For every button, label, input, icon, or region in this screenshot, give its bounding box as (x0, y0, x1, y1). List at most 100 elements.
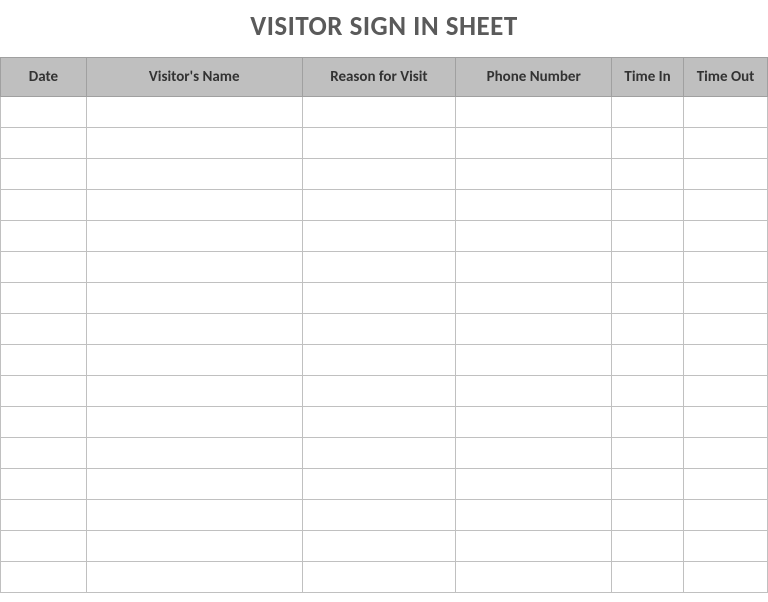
table-cell[interactable] (86, 221, 302, 252)
table-cell[interactable] (456, 190, 612, 221)
table-cell[interactable] (684, 531, 768, 562)
table-cell[interactable] (1, 438, 87, 469)
table-cell[interactable] (302, 438, 456, 469)
table-cell[interactable] (612, 345, 684, 376)
table-cell[interactable] (684, 562, 768, 593)
table-cell[interactable] (684, 221, 768, 252)
table-cell[interactable] (86, 190, 302, 221)
table-cell[interactable] (1, 376, 87, 407)
table-cell[interactable] (612, 562, 684, 593)
table-cell[interactable] (456, 159, 612, 190)
table-cell[interactable] (1, 531, 87, 562)
table-cell[interactable] (684, 97, 768, 128)
table-cell[interactable] (1, 469, 87, 500)
table-cell[interactable] (612, 407, 684, 438)
table-cell[interactable] (684, 345, 768, 376)
table-cell[interactable] (86, 345, 302, 376)
table-cell[interactable] (1, 345, 87, 376)
table-cell[interactable] (612, 159, 684, 190)
table-cell[interactable] (612, 438, 684, 469)
table-cell[interactable] (1, 97, 87, 128)
table-cell[interactable] (86, 159, 302, 190)
table-cell[interactable] (302, 97, 456, 128)
table-cell[interactable] (302, 469, 456, 500)
table-cell[interactable] (86, 531, 302, 562)
table-cell[interactable] (684, 252, 768, 283)
table-cell[interactable] (86, 500, 302, 531)
table-cell[interactable] (456, 221, 612, 252)
table-cell[interactable] (684, 283, 768, 314)
table-cell[interactable] (612, 314, 684, 345)
table-cell[interactable] (456, 97, 612, 128)
table-cell[interactable] (86, 562, 302, 593)
table-cell[interactable] (612, 500, 684, 531)
table-cell[interactable] (302, 531, 456, 562)
table-cell[interactable] (684, 128, 768, 159)
table-cell[interactable] (302, 128, 456, 159)
table-cell[interactable] (456, 128, 612, 159)
table-cell[interactable] (684, 500, 768, 531)
table-cell[interactable] (456, 345, 612, 376)
table-cell[interactable] (1, 190, 87, 221)
table-cell[interactable] (86, 283, 302, 314)
table-cell[interactable] (1, 283, 87, 314)
table-cell[interactable] (612, 97, 684, 128)
table-cell[interactable] (456, 407, 612, 438)
table-cell[interactable] (612, 252, 684, 283)
table-cell[interactable] (612, 531, 684, 562)
table-row (1, 252, 768, 283)
table-cell[interactable] (684, 469, 768, 500)
table-cell[interactable] (684, 314, 768, 345)
table-cell[interactable] (612, 376, 684, 407)
table-cell[interactable] (456, 252, 612, 283)
table-row (1, 500, 768, 531)
table-cell[interactable] (684, 159, 768, 190)
table-row (1, 376, 768, 407)
table-cell[interactable] (86, 376, 302, 407)
table-cell[interactable] (302, 562, 456, 593)
table-cell[interactable] (302, 283, 456, 314)
table-cell[interactable] (456, 531, 612, 562)
table-cell[interactable] (302, 252, 456, 283)
table-cell[interactable] (1, 221, 87, 252)
table-cell[interactable] (86, 128, 302, 159)
table-cell[interactable] (612, 128, 684, 159)
table-cell[interactable] (302, 314, 456, 345)
table-cell[interactable] (456, 438, 612, 469)
table-cell[interactable] (1, 159, 87, 190)
table-cell[interactable] (456, 314, 612, 345)
table-cell[interactable] (612, 469, 684, 500)
table-cell[interactable] (86, 469, 302, 500)
table-cell[interactable] (456, 562, 612, 593)
table-cell[interactable] (1, 128, 87, 159)
table-cell[interactable] (456, 283, 612, 314)
table-cell[interactable] (302, 500, 456, 531)
table-cell[interactable] (684, 407, 768, 438)
table-cell[interactable] (86, 438, 302, 469)
table-cell[interactable] (1, 252, 87, 283)
table-cell[interactable] (302, 190, 456, 221)
table-cell[interactable] (302, 221, 456, 252)
table-cell[interactable] (456, 500, 612, 531)
table-row (1, 283, 768, 314)
table-cell[interactable] (86, 314, 302, 345)
table-cell[interactable] (612, 283, 684, 314)
table-cell[interactable] (86, 252, 302, 283)
table-cell[interactable] (302, 345, 456, 376)
table-cell[interactable] (302, 159, 456, 190)
table-cell[interactable] (456, 376, 612, 407)
table-cell[interactable] (302, 376, 456, 407)
table-cell[interactable] (684, 438, 768, 469)
table-cell[interactable] (612, 190, 684, 221)
table-cell[interactable] (1, 407, 87, 438)
table-cell[interactable] (1, 314, 87, 345)
table-cell[interactable] (86, 407, 302, 438)
table-cell[interactable] (86, 97, 302, 128)
table-cell[interactable] (684, 376, 768, 407)
table-cell[interactable] (456, 469, 612, 500)
table-cell[interactable] (612, 221, 684, 252)
table-cell[interactable] (684, 190, 768, 221)
table-cell[interactable] (302, 407, 456, 438)
table-cell[interactable] (1, 500, 87, 531)
table-cell[interactable] (1, 562, 87, 593)
